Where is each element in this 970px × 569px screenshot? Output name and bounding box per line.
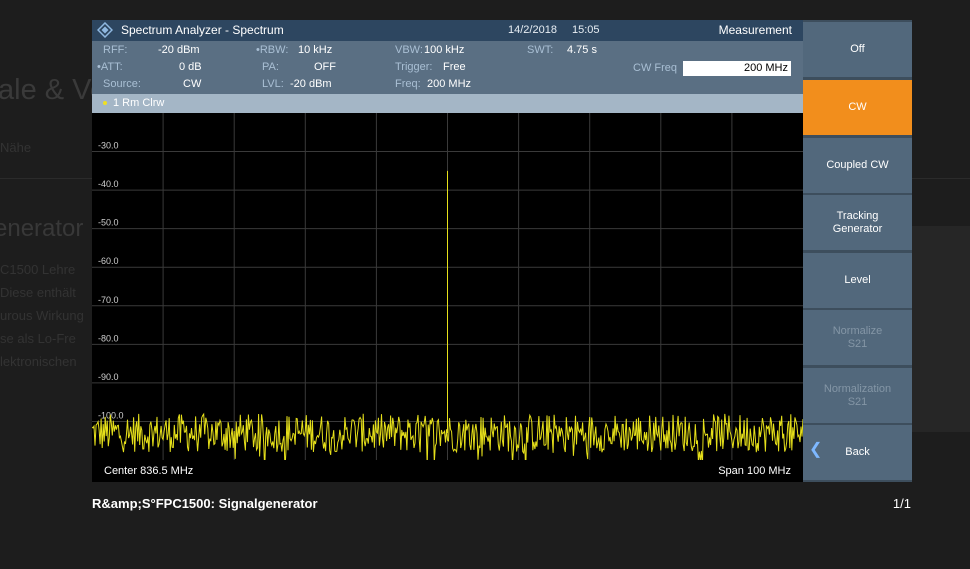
y-tick-label: -30.0	[98, 141, 119, 151]
background-line: urous Wirkung	[0, 308, 84, 323]
swt-value[interactable]: 4.75 s	[567, 44, 597, 56]
background-image-block	[910, 226, 970, 432]
image-counter: 1/1	[892, 496, 911, 511]
pa-label: PA:	[262, 61, 279, 73]
vbw-label: VBW:	[395, 44, 423, 56]
background-line: Nähe	[0, 140, 32, 155]
rbw-label: •RBW:	[256, 44, 289, 56]
analyzer-screen: Spectrum Analyzer - Spectrum 14/2/2018 1…	[92, 20, 912, 482]
center-label: Center	[104, 465, 138, 477]
span-value[interactable]: 100 MHz	[747, 465, 791, 477]
rff-label: RFF:	[103, 44, 128, 56]
center-value[interactable]: 836.5 MHz	[140, 465, 193, 477]
trace-marker-icon	[103, 101, 107, 105]
lvl-value[interactable]: -20 dBm	[290, 78, 332, 90]
title-bar: Spectrum Analyzer - Spectrum 14/2/2018 1…	[92, 20, 611, 41]
plot-footer: Center 836.5 MHz Span 100 MHz	[92, 460, 803, 482]
y-tick-label: -40.0	[98, 179, 119, 189]
rff-value[interactable]: -20 dBm	[158, 44, 200, 56]
measurement-title: Measurement	[718, 23, 792, 37]
center-frequency: Center 836.5 MHz	[104, 465, 193, 477]
span-frequency: Span 100 MHz	[718, 465, 791, 477]
y-tick-label: -70.0	[98, 295, 119, 305]
swt-label: SWT:	[527, 44, 554, 56]
background-heading: ale & Ve	[0, 74, 107, 106]
softkey-back[interactable]: ❮ Back	[803, 425, 912, 480]
y-axis-ticks: -30.0-40.0-50.0-60.0-70.0-80.0-90.0-100.…	[98, 141, 124, 421]
lvl-label: LVL:	[262, 78, 284, 90]
att-value[interactable]: 0 dB	[179, 61, 202, 73]
background-subheading: enerator	[0, 215, 84, 242]
y-tick-label: -60.0	[98, 256, 119, 266]
rbw-value[interactable]: 10 kHz	[298, 44, 332, 56]
softkey-normalize-s21[interactable]: Normalize S21	[803, 310, 912, 365]
softkey-normalization-s21[interactable]: Normalization S21	[803, 368, 912, 423]
att-label: •ATT:	[97, 61, 123, 73]
source-value[interactable]: CW	[183, 78, 201, 90]
source-label: Source:	[103, 78, 141, 90]
pa-value[interactable]: OFF	[314, 61, 336, 73]
softkey-level[interactable]: Level	[803, 253, 912, 308]
rohde-schwarz-logo-icon	[97, 22, 113, 38]
y-tick-label: -50.0	[98, 218, 119, 228]
time-display: 15:05	[572, 24, 600, 36]
y-tick-label: -90.0	[98, 372, 119, 382]
trigger-value[interactable]: Free	[443, 61, 466, 73]
freq-label: Freq:	[395, 78, 421, 90]
background-line: Diese enthält	[0, 285, 76, 300]
y-tick-label: -80.0	[98, 333, 119, 343]
background-line: lektronischen	[0, 354, 77, 369]
trace-label: 1 Rm Clrw	[113, 97, 165, 109]
span-label: Span	[718, 465, 744, 477]
background-line: C1500 Lehre	[0, 262, 76, 277]
softkey-tracking-generator[interactable]: Tracking Generator	[803, 195, 912, 250]
softkey-panel: Off CW Coupled CW Tracking Generator Lev…	[803, 20, 912, 482]
softkey-off[interactable]: Off	[803, 22, 912, 77]
cw-freq-label: CW Freq	[633, 62, 677, 74]
freq-value[interactable]: 200 MHz	[427, 78, 471, 90]
cw-freq-input[interactable]: 200 MHz	[683, 61, 791, 76]
softkey-cw[interactable]: CW	[803, 80, 912, 135]
spectrum-plot[interactable]: -30.0-40.0-50.0-60.0-70.0-80.0-90.0-100.…	[92, 113, 803, 460]
date-display: 14/2/2018	[508, 24, 557, 36]
chevron-left-icon: ❮	[809, 441, 823, 458]
softkey-coupled-cw[interactable]: Coupled CW	[803, 138, 912, 193]
app-title: Spectrum Analyzer - Spectrum	[121, 23, 284, 37]
trigger-label: Trigger:	[395, 61, 433, 73]
background-line: se als Lo-Fre	[0, 331, 76, 346]
measurement-header: Measurement	[611, 20, 803, 41]
image-caption: R&amp;S°FPC1500: Signalgenerator	[92, 496, 318, 511]
measurement-panel: CW Freq 200 MHz	[611, 41, 803, 94]
vbw-value[interactable]: 100 kHz	[424, 44, 464, 56]
trace-info-bar: 1 Rm Clrw	[92, 94, 803, 113]
settings-panel: RFF: -20 dBm •ATT: 0 dB Source: CW •RBW:…	[92, 41, 611, 94]
